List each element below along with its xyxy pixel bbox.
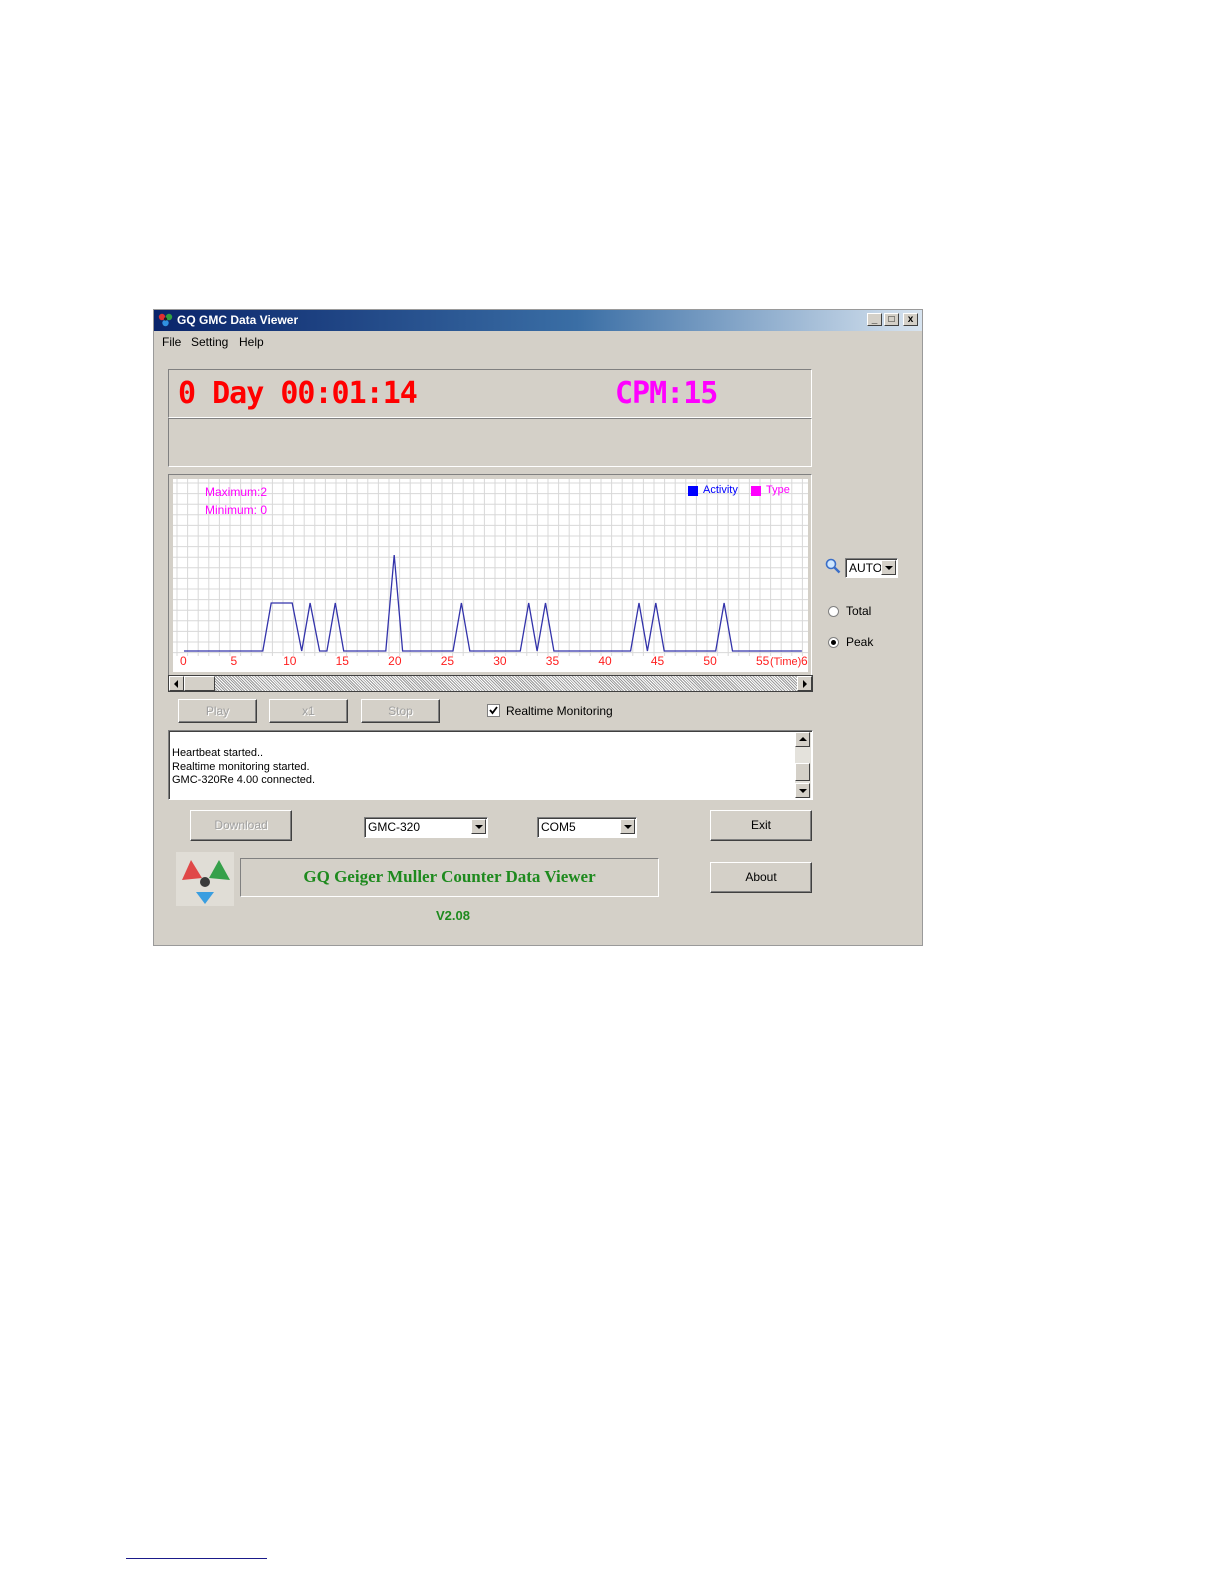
device-dropdown-arrow[interactable] — [471, 819, 486, 834]
log-line: Heartbeat started.. — [172, 747, 264, 759]
x-tick-label: 0 — [180, 654, 187, 668]
x-axis-end-label: 6 — [801, 654, 808, 668]
stop-button[interactable]: Stop — [361, 699, 440, 723]
close-button[interactable]: x — [903, 313, 918, 326]
play-button[interactable]: Play — [178, 699, 257, 723]
log-box[interactable]: Heartbeat started.. Realtime monitoring … — [168, 730, 813, 800]
device-select-value: GMC-320 — [368, 820, 421, 834]
checkmark-icon — [489, 706, 498, 715]
radio-peak-label: Peak — [846, 635, 874, 649]
log-vscrollbar[interactable] — [795, 732, 811, 798]
log-line: GMC-320Re 4.00 connected. — [172, 774, 316, 786]
realtime-checkbox[interactable] — [487, 704, 500, 717]
log-scroll-down-button[interactable] — [795, 783, 810, 798]
chart-hscrollbar[interactable] — [168, 675, 813, 692]
radio-total[interactable] — [828, 606, 839, 617]
minimize-button[interactable]: _ — [867, 313, 882, 326]
legend-activity-label: Activity — [703, 484, 738, 496]
zoom-select-value: AUTO — [849, 561, 883, 575]
log-text: Heartbeat started.. Realtime monitoring … — [172, 747, 315, 788]
elapsed-time: 0 Day 00:01:14 — [178, 376, 418, 411]
menu-help[interactable]: Help — [239, 335, 264, 349]
speed-button[interactable]: x1 — [269, 699, 348, 723]
title-bar[interactable]: GQ GMC Data Viewer _ □ x — [154, 310, 922, 331]
exit-button[interactable]: Exit — [710, 810, 812, 841]
log-scroll-up-button[interactable] — [795, 732, 810, 747]
chart-maximum-label: Maximum:2 — [205, 485, 268, 499]
x-tick-label: 55 — [756, 654, 770, 668]
zoom-icon — [825, 558, 841, 574]
x-tick-label: 35 — [546, 654, 560, 668]
chart-frame: 0 5 10 15 20 25 30 35 40 45 50 55 (Time) 6 Maximum:2 … — [168, 474, 812, 678]
secondary-status-panel — [168, 418, 812, 467]
window-title: GQ GMC Data Viewer — [177, 313, 299, 327]
footer-link-underline — [126, 1558, 267, 1559]
version-label: V2.08 — [436, 908, 470, 923]
menu-file[interactable]: File — [162, 335, 181, 349]
app-icon — [158, 313, 173, 327]
radio-peak[interactable] — [828, 637, 839, 648]
x-tick-label: 20 — [388, 654, 402, 668]
cpm-readout: CPM:15 — [615, 376, 718, 411]
x-tick-label: 5 — [231, 654, 238, 668]
legend-type-swatch — [751, 486, 761, 496]
app-logo — [176, 852, 234, 906]
zoom-dropdown-arrow[interactable] — [881, 560, 896, 575]
realtime-label: Realtime Monitoring — [506, 704, 613, 718]
x-tick-label: 15 — [336, 654, 350, 668]
download-button[interactable]: Download — [190, 810, 292, 841]
banner-panel: GQ Geiger Muller Counter Data Viewer — [240, 858, 659, 897]
log-line: Realtime monitoring started. — [172, 760, 310, 773]
x-tick-label: 30 — [493, 654, 507, 668]
scroll-left-button[interactable] — [169, 676, 184, 691]
port-dropdown-arrow[interactable] — [620, 819, 635, 834]
activity-chart: 0 5 10 15 20 25 30 35 40 45 50 55 (Time) 6 — [173, 479, 808, 672]
x-tick-label: 45 — [651, 654, 665, 668]
scroll-thumb[interactable] — [184, 676, 215, 691]
legend-type-label: Type — [766, 484, 790, 496]
log-scroll-thumb[interactable] — [795, 763, 810, 781]
device-select[interactable]: GMC-320 — [364, 817, 488, 838]
menu-setting[interactable]: Setting — [191, 335, 228, 349]
port-select-value: COM5 — [541, 820, 576, 834]
x-axis-time-label: (Time) — [770, 656, 801, 668]
port-select[interactable]: COM5 — [537, 817, 637, 838]
menu-bar: File Setting Help — [154, 331, 922, 351]
banner-text: GQ Geiger Muller Counter Data Viewer — [303, 867, 596, 886]
app-window: GQ GMC Data Viewer _ □ x File Setting He… — [153, 309, 923, 946]
scroll-right-button[interactable] — [797, 676, 812, 691]
x-tick-label: 25 — [441, 654, 455, 668]
chart-minimum-label: Minimum: 0 — [205, 503, 268, 517]
about-button[interactable]: About — [710, 862, 812, 893]
x-tick-label: 40 — [598, 654, 612, 668]
radio-total-label: Total — [846, 604, 872, 618]
zoom-select[interactable]: AUTO — [845, 558, 898, 578]
x-tick-label: 10 — [283, 654, 297, 668]
status-panel: 0 Day 00:01:14 CPM:15 — [168, 369, 812, 418]
x-tick-label: 50 — [703, 654, 717, 668]
maximize-button[interactable]: □ — [884, 313, 899, 326]
legend-activity-swatch — [688, 486, 698, 496]
